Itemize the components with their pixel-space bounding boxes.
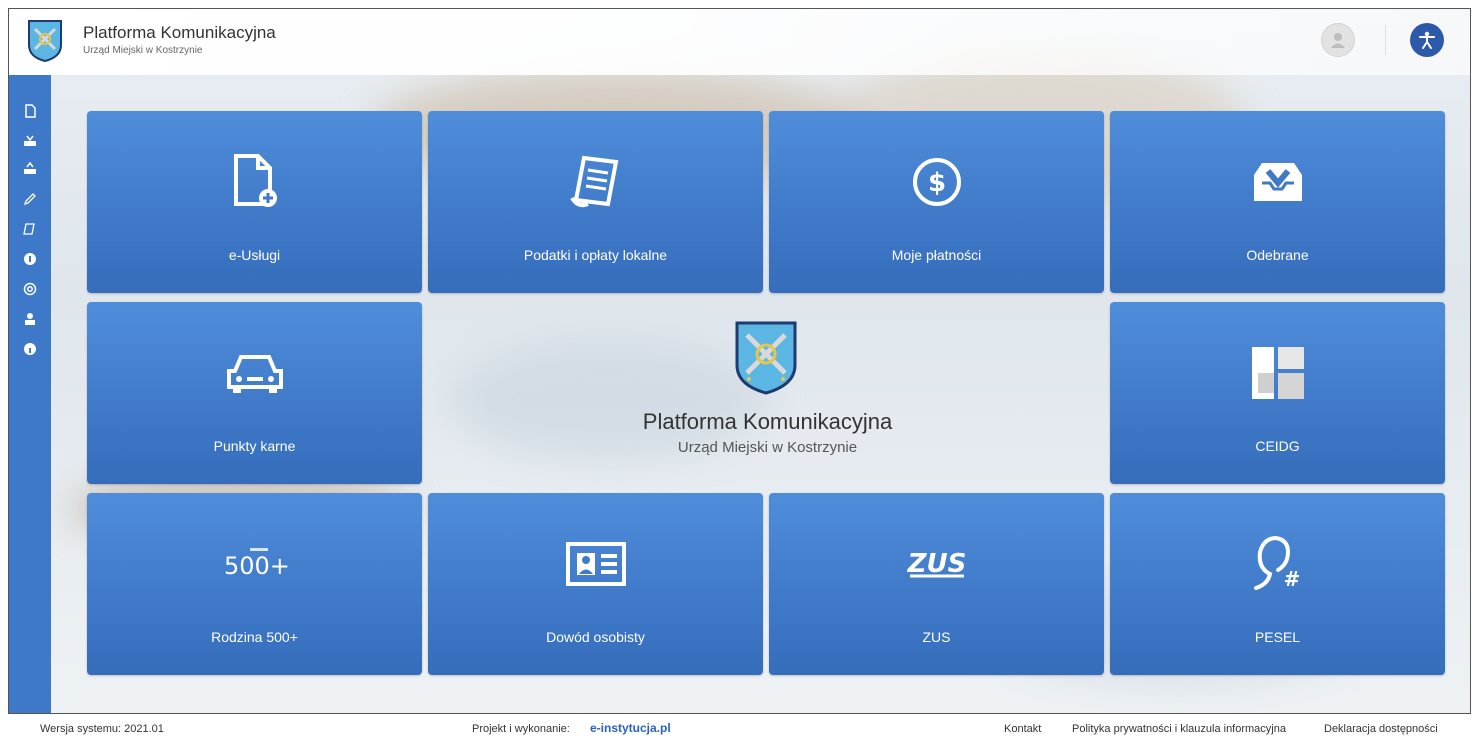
user-icon[interactable] xyxy=(20,309,40,329)
svg-text:$: $ xyxy=(927,168,945,198)
new-document-icon xyxy=(220,147,290,217)
vendor-link[interactable]: e-instytucja.pl xyxy=(590,721,671,735)
tile-label: e-Usługi xyxy=(228,247,281,263)
footer: Wersja systemu: 2021.01 Projekt i wykona… xyxy=(0,714,1475,742)
accessibility-icon[interactable] xyxy=(1410,23,1444,57)
at-sign-icon[interactable] xyxy=(20,279,40,299)
tile-podatki[interactable]: Podatki i opłaty lokalne xyxy=(428,111,763,293)
pesel-icon: # xyxy=(1243,529,1313,599)
tile-pesel[interactable]: # PESEL xyxy=(1110,493,1445,675)
inbox-icon[interactable] xyxy=(20,131,40,151)
id-card-icon xyxy=(561,529,631,599)
zus-logo: ZUS xyxy=(902,529,972,599)
tile-label: ZUS xyxy=(922,629,951,645)
receipt-icon xyxy=(561,147,631,217)
header-divider xyxy=(1385,25,1386,55)
new-document-icon[interactable] xyxy=(20,101,40,121)
privacy-link[interactable]: Polityka prywatności i klauzula informac… xyxy=(1072,723,1286,735)
tile-label: Moje płatności xyxy=(891,247,982,263)
user-avatar-icon[interactable] xyxy=(1321,23,1355,57)
tile-label: Dowód osobisty xyxy=(546,629,645,645)
svg-text:500+: 500+ xyxy=(224,552,290,580)
tile-moje-platnosci[interactable]: $ Moje płatności xyxy=(769,111,1104,293)
contact-link[interactable]: Kontakt xyxy=(1004,723,1041,735)
tile-label: Odebrane xyxy=(1246,247,1309,263)
tile-rodzina-500[interactable]: 500+ Rodzina 500+ xyxy=(87,493,422,675)
center-subtitle: Urząd Miejski w Kostrzynie xyxy=(677,439,858,456)
app-subtitle: Urząd Miejski w Kostrzynie xyxy=(83,45,203,56)
svg-text:#: # xyxy=(1283,567,1300,591)
tile-e-uslugi[interactable]: e-Usługi xyxy=(87,111,422,293)
tile-zus[interactable]: ZUS ZUS xyxy=(769,493,1104,675)
tile-label: Podatki i opłaty lokalne xyxy=(523,247,668,263)
rodzina-500-logo: 500+ xyxy=(220,529,290,599)
tax-icon[interactable] xyxy=(20,219,40,239)
outbox-icon[interactable] xyxy=(20,159,40,179)
tile-label: CEIDG xyxy=(1255,438,1300,454)
header: Platforma Komunikacyjna Urząd Miejski w … xyxy=(9,9,1470,75)
tile-label: PESEL xyxy=(1254,629,1301,645)
app-title: Platforma Komunikacyjna xyxy=(83,23,276,42)
crest-logo-icon xyxy=(735,321,797,395)
tile-label: Punkty karne xyxy=(213,438,296,454)
tile-dowod-osobisty[interactable]: Dowód osobisty xyxy=(428,493,763,675)
center-title: Platforma Komunikacyjna xyxy=(642,409,893,434)
payment-icon[interactable] xyxy=(20,249,40,269)
inbox-tray-icon xyxy=(1243,147,1313,217)
center-brand: Platforma Komunikacyjna Urząd Miejski w … xyxy=(429,309,1106,489)
sidebar xyxy=(9,75,51,713)
tile-punkty-karne[interactable]: Punkty karne xyxy=(87,302,422,484)
app-window: Platforma Komunikacyjna Urząd Miejski w … xyxy=(8,8,1471,714)
tile-ceidg[interactable]: CEIDG xyxy=(1110,302,1445,484)
tile-label: Rodzina 500+ xyxy=(211,629,298,645)
dollar-coin-icon: $ xyxy=(902,147,972,217)
car-icon xyxy=(220,338,290,408)
system-version: Wersja systemu: 2021.01 xyxy=(40,723,164,735)
ceidg-logo-icon xyxy=(1243,338,1313,408)
project-label: Projekt i wykonanie: xyxy=(472,723,570,735)
help-icon[interactable] xyxy=(20,339,40,359)
accessibility-declaration-link[interactable]: Deklaracja dostępności xyxy=(1324,723,1438,735)
crest-logo-icon[interactable] xyxy=(27,19,63,63)
tile-odebrane[interactable]: Odebrane xyxy=(1110,111,1445,293)
pencil-icon[interactable] xyxy=(20,189,40,209)
